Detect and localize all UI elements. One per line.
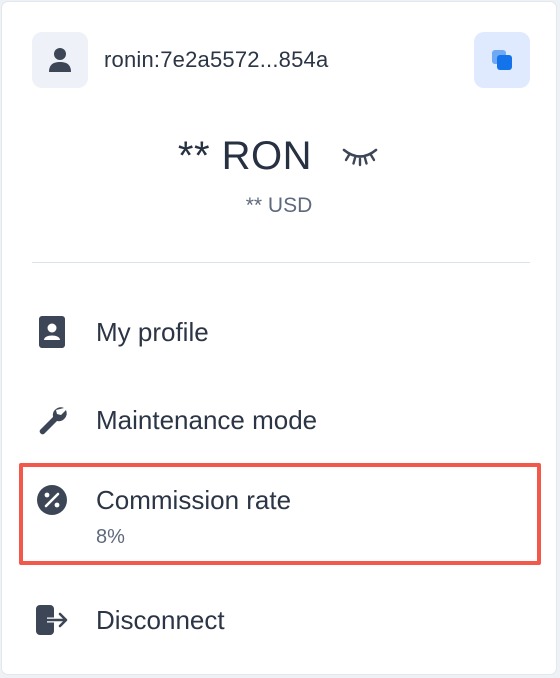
menu-item-label: Disconnect	[96, 605, 225, 635]
user-icon	[49, 48, 71, 72]
toggle-balance-visibility-button[interactable]	[340, 141, 380, 171]
menu-item-commission-rate[interactable]: Commission rate 8%	[32, 480, 530, 549]
copy-icon	[492, 50, 512, 70]
commission-rate-value: 8%	[96, 526, 125, 548]
logout-icon	[32, 600, 72, 640]
balance-usd: ** USD	[245, 194, 313, 217]
divider	[32, 262, 530, 263]
profile-card-icon	[32, 312, 72, 352]
wallet-address: ronin:7e2a5572...854a	[104, 47, 329, 72]
percent-icon	[32, 480, 72, 520]
menu-item-label: Maintenance mode	[96, 405, 318, 435]
balance-amount: ** RON	[177, 133, 313, 178]
wrench-icon	[32, 400, 72, 440]
menu-item-my-profile[interactable]: My profile	[32, 312, 530, 352]
menu-item-maintenance-mode[interactable]: Maintenance mode	[32, 400, 530, 440]
eye-closed-icon	[342, 148, 378, 167]
account-row: ronin:7e2a5572...854a	[32, 32, 530, 88]
avatar	[32, 32, 88, 88]
copy-address-button[interactable]	[474, 32, 530, 88]
balance-row: ** RON	[2, 130, 556, 182]
menu-item-label: My profile	[96, 317, 209, 347]
account-panel: ronin:7e2a5572...854a ** RON ** USD My p…	[2, 2, 556, 674]
menu-item-disconnect[interactable]: Disconnect	[32, 600, 530, 640]
menu-item-label: Commission rate	[96, 485, 292, 515]
